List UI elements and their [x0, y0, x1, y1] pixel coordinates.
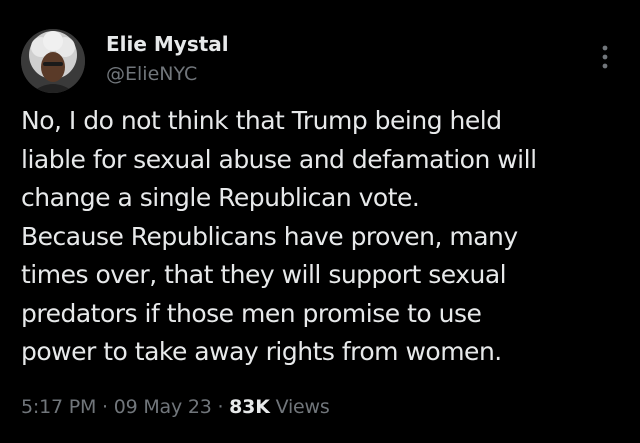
meta-separator: · — [102, 396, 108, 418]
user-avatar-icon — [21, 29, 85, 93]
tweet-text-line: liable for sexual abuse and defamation w… — [21, 144, 537, 174]
views-label-text: Views — [275, 396, 330, 418]
tweet-text-line: predators if those men promise to use — [21, 298, 482, 328]
tweet-date[interactable]: 09 May 23 — [114, 396, 212, 418]
tweet-time[interactable]: 5:17 PM — [21, 396, 96, 418]
author-avatar[interactable] — [21, 29, 85, 93]
author-display-name[interactable]: Elie Mystal — [106, 31, 229, 57]
meta-separator: · — [217, 396, 224, 418]
tweet-metadata: 5:17 PM · 09 May 23 · 83K Views — [21, 394, 330, 420]
tweet-text-line: Because Republicans have proven, many — [21, 221, 518, 251]
views-label[interactable]: Views — [270, 396, 330, 418]
more-options-icon — [602, 45, 608, 69]
more-options-button[interactable] — [596, 40, 614, 74]
tweet-text: No, I do not think that Trump being held… — [21, 102, 626, 372]
author-handle[interactable]: @ElieNYC — [106, 62, 197, 86]
tweet-text-line: change a single Republican vote. — [21, 183, 420, 212]
tweet-card: Elie Mystal @ElieNYC No, I do not think … — [0, 0, 640, 443]
tweet-text-line: power to take away rights from women. — [21, 337, 502, 366]
views-count[interactable]: 83K — [229, 396, 270, 418]
tweet-text-line: times over, that they will support sexua… — [21, 260, 507, 289]
tweet-text-line: No, I do not think that Trump being held — [21, 106, 502, 135]
